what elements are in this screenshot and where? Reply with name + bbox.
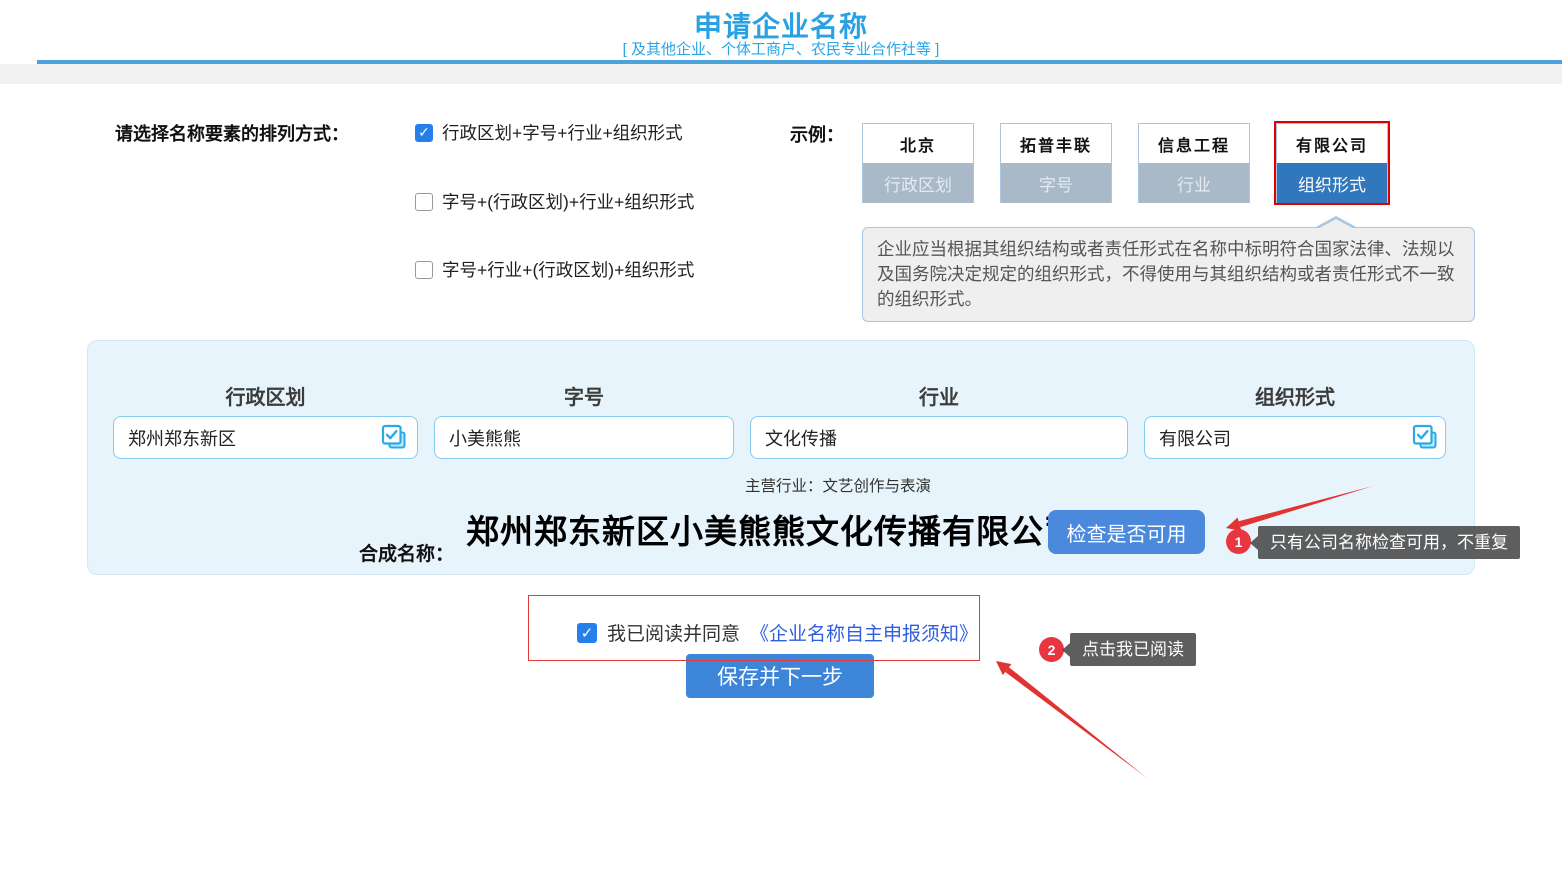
- arrangement-checkbox-1[interactable]: [415, 124, 433, 142]
- agreement-row[interactable]: 我已阅读并同意 《企业名称自主申报须知》: [577, 619, 978, 646]
- orgform-picker-icon[interactable]: [1412, 424, 1438, 455]
- example-category: 组织形式: [1277, 163, 1387, 203]
- declaration-notice-link[interactable]: 《企业名称自主申报须知》: [750, 619, 978, 646]
- tradename-input[interactable]: [434, 416, 734, 459]
- arrangement-option-2[interactable]: 字号+(行政区划)+行业+组织形式: [415, 189, 694, 214]
- field-header-region: 行政区划: [113, 381, 418, 410]
- example-value: 北京: [863, 124, 973, 163]
- example-boxes: 北京 行政区划 拓普丰联 字号 信息工程 行业 有限公司 组织形式: [862, 123, 1388, 203]
- composed-name-value: 郑州郑东新区小美熊熊文化传播有限公司: [466, 505, 1078, 553]
- main-industry-note: 主营行业：文艺创作与表演: [745, 474, 931, 496]
- annotation-tooltip-2: 点击我已阅读: [1070, 633, 1196, 666]
- example-label: 示例：: [790, 121, 844, 147]
- agreement-text: 我已阅读并同意: [607, 619, 740, 646]
- note-caret: [1314, 216, 1358, 228]
- arrangement-label: 请选择名称要素的排列方式：: [115, 120, 349, 146]
- example-category: 行业: [1139, 163, 1249, 203]
- arrangement-option-1[interactable]: 行政区划+字号+行业+组织形式: [415, 120, 683, 145]
- example-category: 行政区划: [863, 163, 973, 203]
- save-next-button[interactable]: 保存并下一步: [686, 654, 874, 698]
- example-category: 字号: [1001, 163, 1111, 203]
- page-subtitle: [ 及其他企业、个体工商户、农民专业合作社等 ]: [0, 38, 1562, 59]
- arrangement-option-label: 字号+(行政区划)+行业+组织形式: [442, 189, 694, 214]
- example-value: 信息工程: [1139, 124, 1249, 163]
- arrangement-checkbox-2[interactable]: [415, 193, 433, 211]
- example-box-orgform: 有限公司 组织形式: [1276, 123, 1388, 203]
- annotation-tooltip-1: 只有公司名称检查可用，不重复: [1258, 526, 1520, 559]
- orgform-info-text: 企业应当根据其组织结构或者责任形式在名称中标明符合国家法律、法规以及国务院决定规…: [877, 239, 1455, 309]
- industry-input[interactable]: [750, 416, 1128, 459]
- arrangement-option-3[interactable]: 字号+行业+(行政区划)+组织形式: [415, 257, 694, 282]
- region-input[interactable]: [113, 416, 418, 459]
- example-value: 有限公司: [1277, 124, 1387, 163]
- agreement-checkbox[interactable]: [577, 623, 597, 643]
- example-box-tradename: 拓普丰联 字号: [1000, 123, 1112, 203]
- apply-enterprise-name-page: 申请企业名称 [ 及其他企业、个体工商户、农民专业合作社等 ] 请选择名称要素的…: [0, 0, 1562, 872]
- check-availability-button[interactable]: 检查是否可用: [1048, 510, 1205, 554]
- orgform-input[interactable]: [1144, 416, 1446, 459]
- arrangement-checkbox-3[interactable]: [415, 261, 433, 279]
- field-header-industry: 行业: [750, 381, 1128, 410]
- annotation-badge-2: 2: [1039, 637, 1064, 662]
- field-header-orgform: 组织形式: [1144, 381, 1446, 410]
- annotation-badge-1: 1: [1226, 529, 1251, 554]
- example-box-region: 北京 行政区划: [862, 123, 974, 203]
- field-header-tradename: 字号: [434, 381, 734, 410]
- header-gray-bar: [0, 64, 1562, 84]
- example-box-industry: 信息工程 行业: [1138, 123, 1250, 203]
- arrangement-option-label: 行政区划+字号+行业+组织形式: [442, 120, 683, 145]
- example-value: 拓普丰联: [1001, 124, 1111, 163]
- arrangement-option-label: 字号+行业+(行政区划)+组织形式: [442, 257, 694, 282]
- orgform-info-note: 企业应当根据其组织结构或者责任形式在名称中标明符合国家法律、法规以及国务院决定规…: [862, 227, 1475, 322]
- composed-name-label: 合成名称：: [359, 539, 454, 566]
- region-picker-icon[interactable]: [381, 424, 407, 455]
